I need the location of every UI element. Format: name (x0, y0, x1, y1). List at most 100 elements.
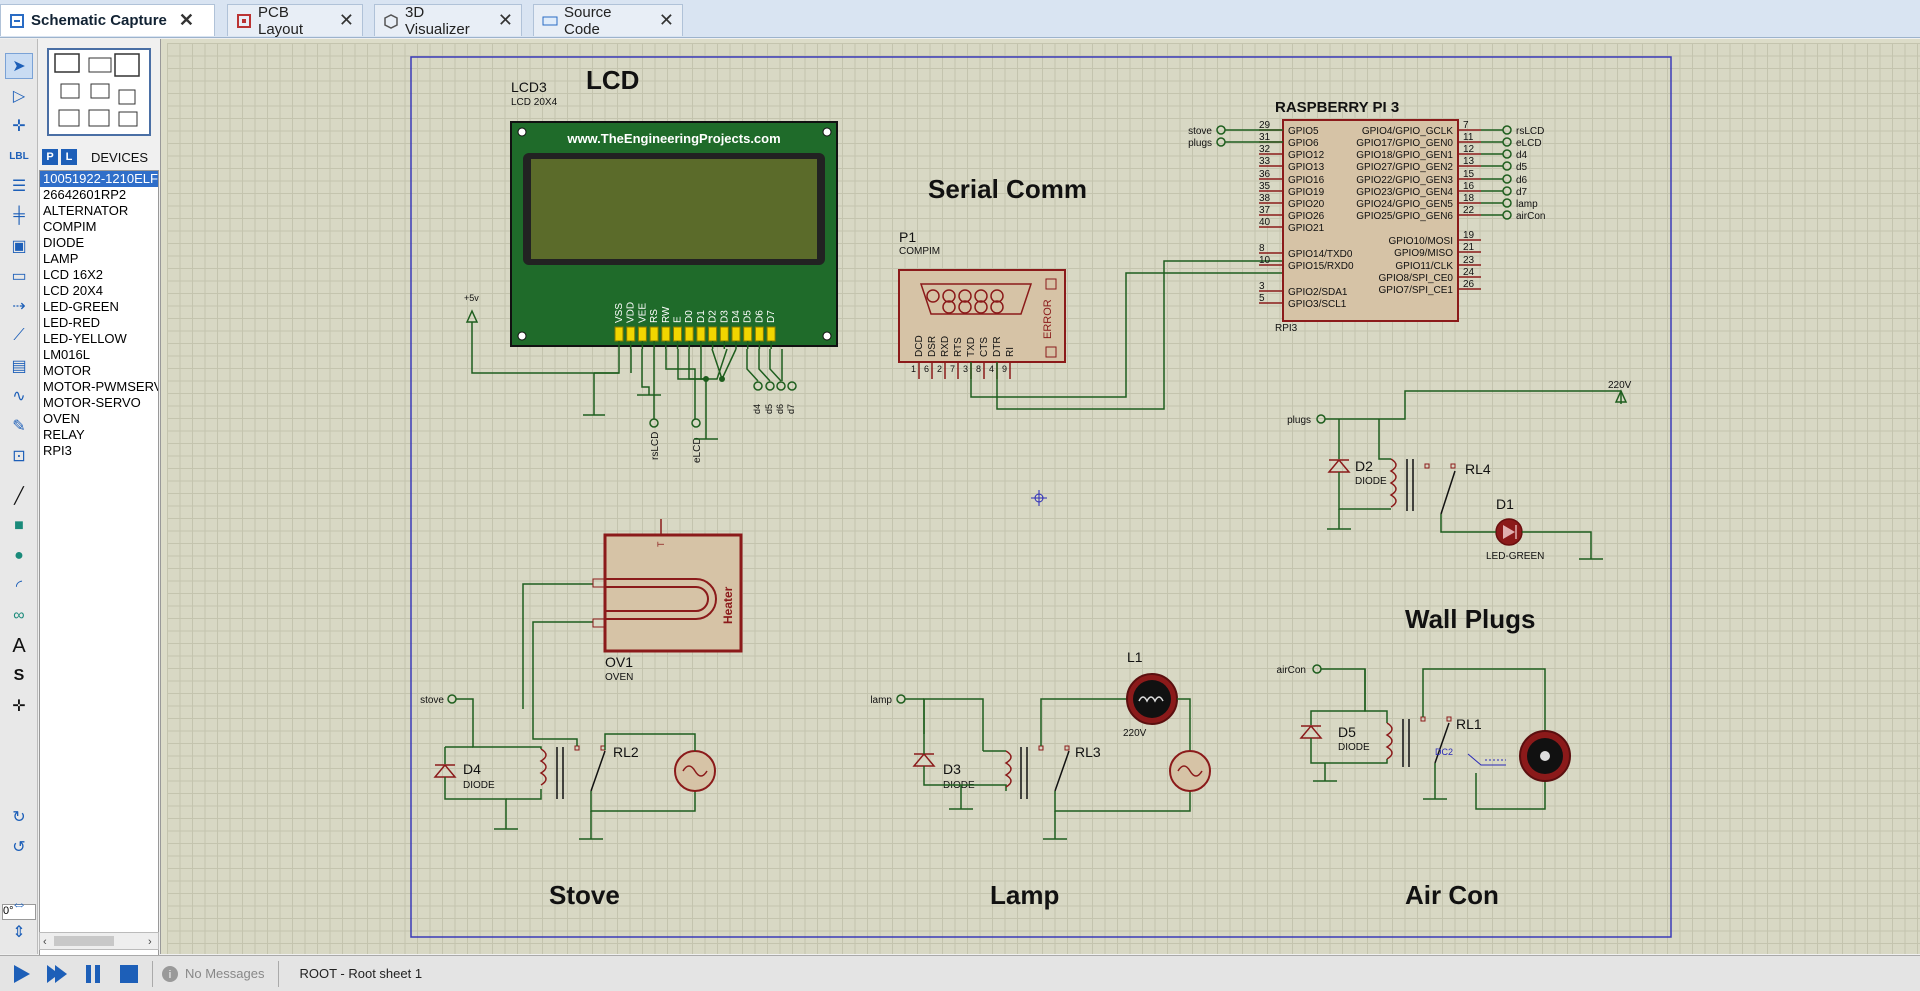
rotate-ccw-icon[interactable]: ↺ (5, 834, 33, 860)
device-item[interactable]: LED-GREEN (40, 299, 158, 315)
symbol-tool-icon[interactable]: S (5, 663, 33, 689)
marker-tool-icon[interactable]: ✛ (5, 693, 33, 719)
step-button[interactable] (42, 959, 72, 989)
compim-pin-number: 9 (1002, 364, 1007, 374)
close-icon[interactable]: ✕ (498, 10, 513, 31)
close-icon[interactable]: ✕ (179, 10, 194, 31)
probe-icon[interactable]: ✎ (5, 413, 33, 439)
rpi-pin-number: 26 (1463, 279, 1475, 290)
compim-pin-number: 4 (989, 364, 994, 374)
tab-pcb-layout[interactable]: PCB Layout ✕ (227, 4, 363, 38)
rpi-ref: RPI3 (1275, 323, 1298, 334)
text-tool-icon[interactable]: A (5, 633, 33, 659)
overview-preview[interactable] (47, 48, 151, 136)
pause-icon (86, 964, 100, 983)
bus-icon[interactable]: ╪ (5, 203, 33, 229)
svg-text:›: › (148, 936, 152, 948)
terminal-icon[interactable]: ▭ (5, 263, 33, 289)
device-item[interactable]: 10051922-1210ELF (40, 171, 158, 187)
device-item[interactable]: RELAY (40, 427, 158, 443)
lcd-pin-label: D3 (719, 310, 730, 323)
device-item[interactable]: LCD 16X2 (40, 267, 158, 283)
device-item[interactable]: COMPIM (40, 219, 158, 235)
led-ref: D1 (1496, 496, 1514, 512)
pick-device-button[interactable]: P (42, 149, 58, 165)
graph-icon[interactable]: ⟋ (5, 323, 33, 349)
mirror-x-icon[interactable]: ⇔ (5, 892, 33, 918)
compim-pin-number: 3 (963, 364, 968, 374)
svg-text:T: T (656, 541, 666, 547)
selection-mode-icon[interactable]: ➤ (5, 53, 33, 79)
device-item[interactable]: DIODE (40, 235, 158, 251)
rpi-pin-number: 33 (1259, 156, 1271, 167)
line-tool-icon[interactable]: ╱ (5, 483, 33, 509)
device-list-header: P L DEVICES (39, 147, 159, 167)
generator-icon[interactable]: ∿ (5, 383, 33, 409)
rpi-pin-label: GPIO19 (1288, 187, 1325, 198)
lcd-pin (614, 326, 624, 342)
rpi-pin-label: GPIO26 (1288, 211, 1325, 222)
stove-relay-ref: RL2 (613, 744, 639, 760)
device-item[interactable]: LED-RED (40, 315, 158, 331)
device-list-hscrollbar[interactable]: ‹ › (39, 932, 159, 950)
tape-icon[interactable]: ▤ (5, 353, 33, 379)
device-item[interactable]: LM016L (40, 347, 158, 363)
wall-voltage-label: 220V (1608, 380, 1632, 391)
arc-tool-icon[interactable]: ◜ (5, 573, 33, 599)
device-item[interactable]: LCD 20X4 (40, 283, 158, 299)
lcd-pin-label: RS (649, 309, 660, 323)
tab-3d-visualizer[interactable]: 3D Visualizer ✕ (374, 3, 522, 38)
device-item[interactable]: ALTERNATOR (40, 203, 158, 219)
text-script-icon[interactable]: ☰ (5, 173, 33, 199)
d4-net-label: d4 (752, 404, 762, 414)
pause-button[interactable] (78, 959, 108, 989)
label-icon[interactable]: LBL (5, 143, 33, 169)
rpi-title: RASPBERRY PI 3 (1275, 99, 1399, 116)
compim-pin-number: 7 (950, 364, 955, 374)
device-item[interactable]: MOTOR-SERVO (40, 395, 158, 411)
pin-icon[interactable]: ⇢ (5, 293, 33, 319)
compim-pin-label: CTS (979, 337, 990, 357)
path-tool-icon[interactable]: ∞ (5, 603, 33, 629)
device-item[interactable]: RPI3 (40, 443, 158, 459)
tab-schematic-capture[interactable]: Schematic Capture ✕ (0, 4, 215, 36)
rotate-cw-icon[interactable]: ↻ (5, 804, 33, 830)
aircon-relay-ref: RL1 (1456, 716, 1482, 732)
device-item[interactable]: 26642601RP2 (40, 187, 158, 203)
junction-icon[interactable]: ✛ (5, 113, 33, 139)
lcd-pin (661, 326, 671, 342)
rpi-pin-number: 13 (1463, 156, 1475, 167)
compim-part-label: COMPIM (899, 246, 940, 257)
device-item[interactable]: LAMP (40, 251, 158, 267)
component-mode-icon[interactable]: ▷ (5, 83, 33, 109)
close-icon[interactable]: ✕ (659, 10, 674, 31)
instrument-icon[interactable]: ⊡ (5, 443, 33, 469)
device-item[interactable]: MOTOR (40, 363, 158, 379)
rpi-pin-label: GPIO7/SPI_CE1 (1379, 285, 1454, 296)
subcircuit-icon[interactable]: ▣ (5, 233, 33, 259)
device-item[interactable]: OVEN (40, 411, 158, 427)
tab-label: 3D Visualizer (405, 3, 470, 38)
message-status[interactable]: i No Messages (161, 965, 264, 983)
lamp-net-label: lamp (870, 695, 892, 706)
device-item[interactable]: MOTOR-PWMSERVO (40, 379, 158, 395)
rpi-net-label: d7 (1516, 187, 1528, 198)
lamp-relay-ref: RL3 (1075, 744, 1101, 760)
rpi-pin-number: 24 (1463, 267, 1475, 278)
tab-source-code[interactable]: Source Code ✕ (533, 4, 683, 38)
stop-button[interactable] (114, 959, 144, 989)
rpi-pin-number: 21 (1463, 242, 1475, 253)
device-item[interactable]: LED-YELLOW (40, 331, 158, 347)
close-icon[interactable]: ✕ (339, 10, 354, 31)
box-tool-icon[interactable]: ■ (5, 513, 33, 539)
lcd-pin-label: D5 (743, 310, 754, 323)
lcd-part-label: LCD 20X4 (511, 97, 558, 108)
schematic-editing-window[interactable]: LCD Serial Comm Wall Plugs Stove Lamp Ai… (160, 39, 1920, 954)
mirror-y-icon[interactable]: ⇕ (5, 919, 33, 945)
library-manager-button[interactable]: L (61, 149, 77, 165)
rpi-pin-label: GPIO23/GPIO_GEN4 (1356, 187, 1453, 198)
play-button[interactable] (6, 959, 36, 989)
wall-diode-ref: D2 (1355, 458, 1373, 474)
circle-tool-icon[interactable]: ● (5, 543, 33, 569)
lcd-pin (637, 326, 647, 342)
